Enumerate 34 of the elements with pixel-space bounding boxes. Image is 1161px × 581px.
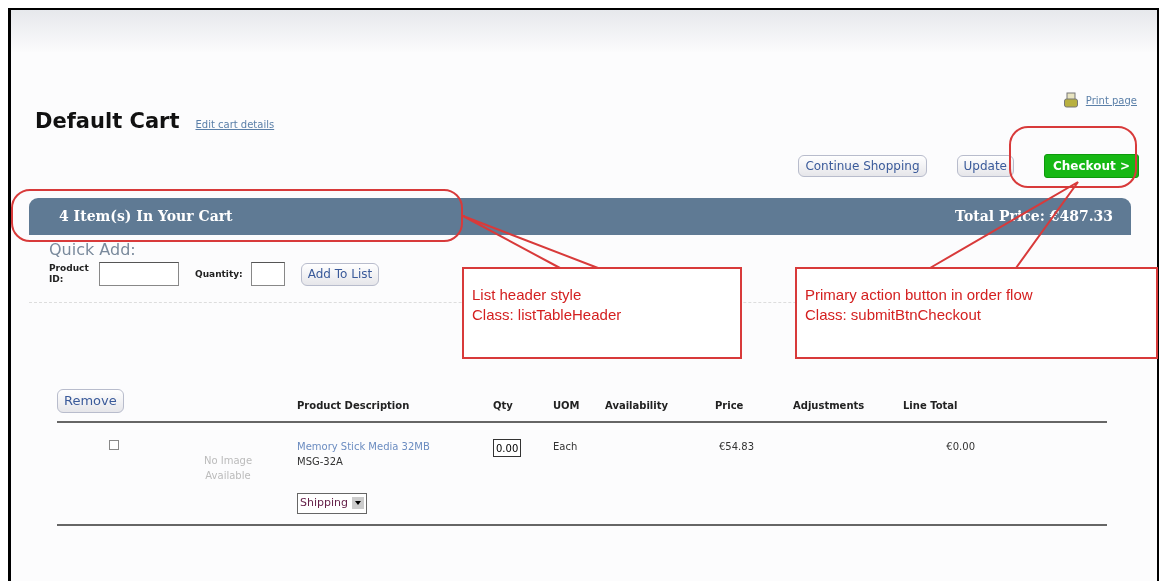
remove-button[interactable]: Remove <box>57 389 124 414</box>
column-header: Product Description <box>297 399 411 414</box>
edit-cart-link[interactable]: Edit cart details <box>195 117 275 132</box>
callout-text: Primary action button in order flow <box>805 285 1034 305</box>
quantity-field[interactable] <box>250 262 285 287</box>
uom-cell-text: Each <box>553 440 579 455</box>
product-sku: MSG-32A <box>297 455 344 470</box>
no-image-text: No Image Available <box>202 454 254 484</box>
continue-shopping-button[interactable]: Continue Shopping <box>798 154 927 177</box>
update-button[interactable]: Update <box>956 154 1014 177</box>
add-to-list-button[interactable]: Add To List <box>300 263 380 286</box>
product-id-field[interactable] <box>99 262 179 287</box>
column-header: Line Total <box>903 399 959 414</box>
column-header: Price <box>715 399 745 414</box>
delivery-select[interactable]: Shipping <box>297 493 367 514</box>
product-link[interactable]: Memory Stick Media 32MB <box>297 439 493 455</box>
column-header: UOM <box>553 399 581 414</box>
checkbox[interactable] <box>109 440 119 451</box>
column-header: Adjustments <box>793 399 866 414</box>
item-count: 4 Item(s) In Your Cart <box>59 206 233 226</box>
printer-icon <box>1063 92 1078 108</box>
callout-text: List header style <box>472 285 583 305</box>
quick-add-title: Quick Add: <box>49 240 137 259</box>
column-header: Availability <box>605 399 669 414</box>
qty-field[interactable]: 0.00 <box>493 439 521 458</box>
product-id-label: Product ID: <box>49 262 90 287</box>
quantity-label: Quantity: <box>195 268 243 281</box>
callout-text: Class: listTableHeader <box>472 304 623 324</box>
page-title: Default Cart <box>35 108 180 135</box>
line-total-cell-text: €0.00 <box>945 440 975 455</box>
print-page-link[interactable]: Print page <box>1085 92 1137 108</box>
price-cell-text: €54.83 <box>718 440 755 455</box>
callout-text: Class: submitBtnCheckout <box>805 304 982 324</box>
column-header: Qty <box>493 399 514 414</box>
